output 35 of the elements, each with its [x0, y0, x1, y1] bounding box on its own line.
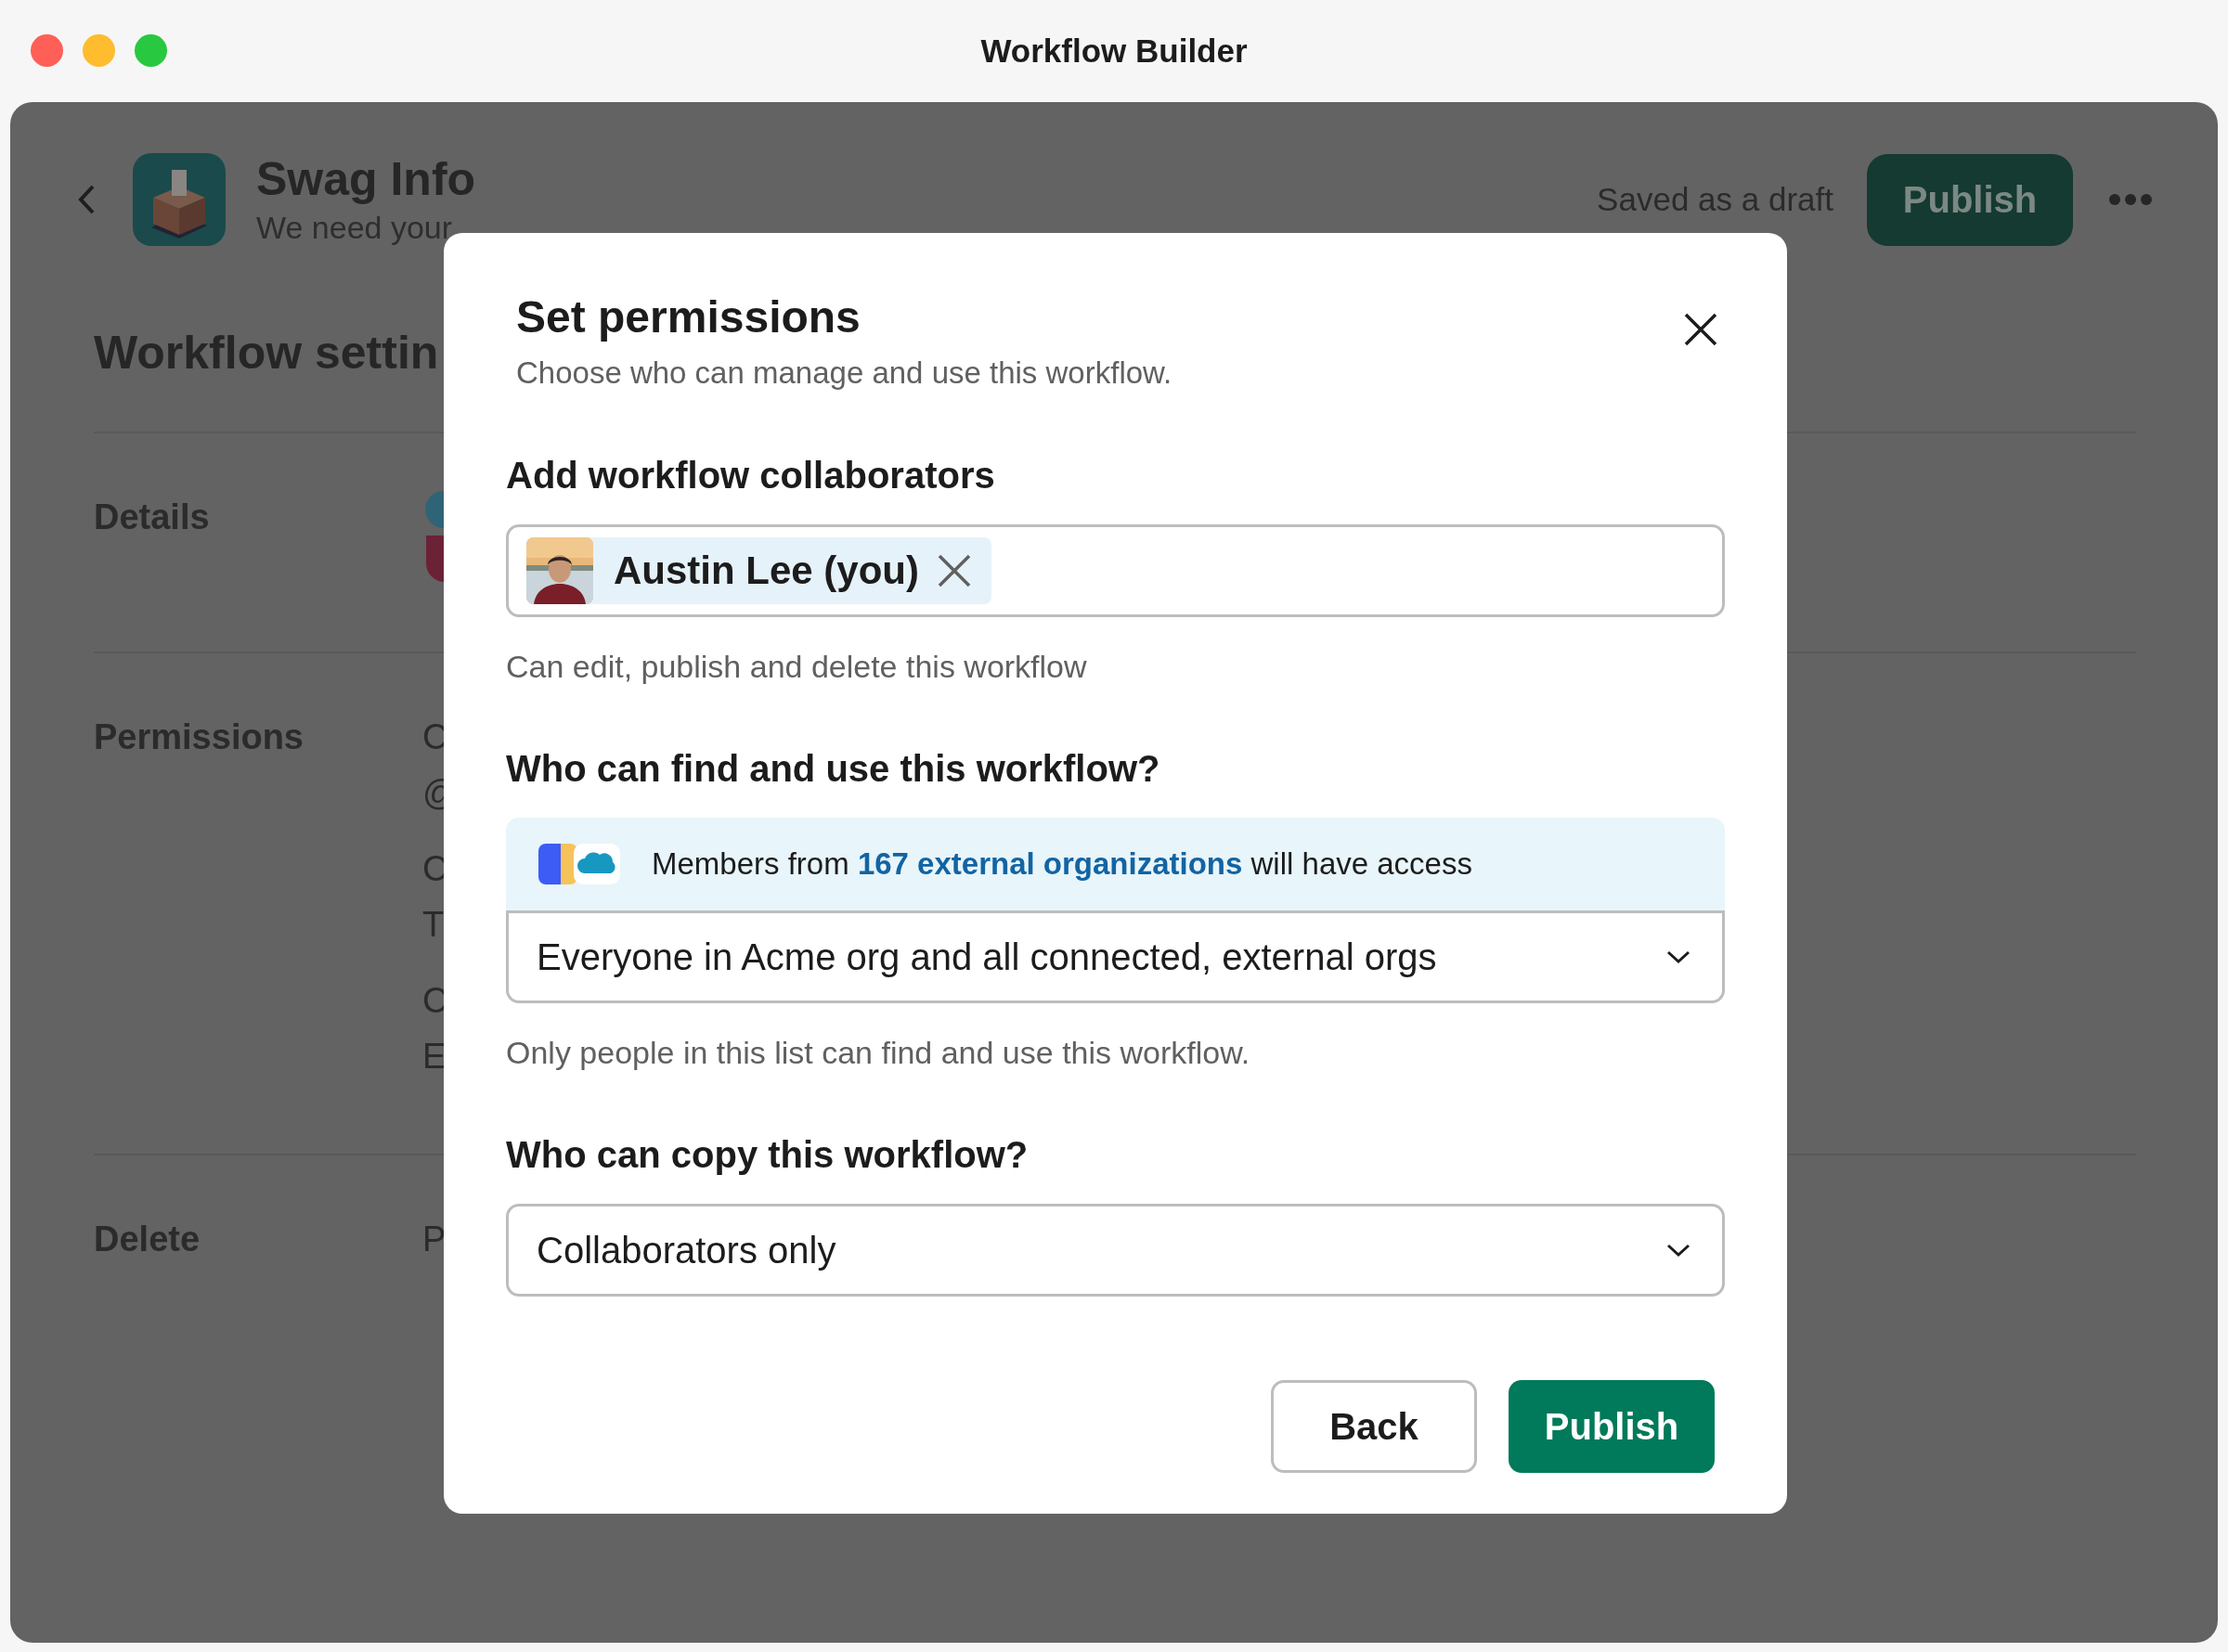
collaborators-field[interactable]: Austin Lee (you): [506, 524, 1725, 617]
dialog-title: Set permissions: [516, 291, 861, 343]
access-notice: Members from 167 external organizations will have access: [652, 846, 1472, 882]
back-icon[interactable]: [77, 184, 96, 215]
back-button[interactable]: Back: [1271, 1380, 1477, 1473]
section-label: Delete: [94, 1219, 201, 1260]
copy-select[interactable]: Collaborators only: [506, 1204, 1725, 1297]
access-select[interactable]: Everyone in Acme org and all connected, external orgs: [506, 910, 1725, 1003]
minimize-window-button[interactable]: [83, 34, 115, 67]
setting-value: T: [422, 904, 446, 946]
chevron-down-icon: [1665, 949, 1692, 965]
field-label: Who can find and use this workflow?: [506, 747, 1161, 791]
organizations-link[interactable]: 167 external organizations: [857, 846, 1243, 881]
chevron-down-icon: [1665, 1242, 1692, 1258]
setting-value: E: [422, 1036, 447, 1078]
collaborator-name: Austin Lee (you): [614, 549, 919, 593]
window-title: Workflow Builder: [980, 32, 1248, 70]
section-label: Details: [94, 497, 211, 538]
app-icon: [133, 153, 226, 246]
workflow-title: Swag Info: [256, 152, 477, 207]
organization-logos-icon: [537, 842, 622, 886]
workflow-icon: [422, 489, 444, 582]
field-label: Add workflow collaborators: [506, 454, 996, 497]
setting-value: P: [422, 1219, 447, 1260]
field-hint: Only people in this list can find and use this workflow.: [506, 1034, 1251, 1072]
field-hint: Can edit, publish and delete this workflow: [506, 648, 1088, 686]
publish-button[interactable]: Publish: [1509, 1380, 1715, 1473]
zoom-window-button[interactable]: [135, 34, 167, 67]
draft-status: Saved as a draft: [1597, 181, 1833, 218]
more-icon[interactable]: [2108, 193, 2153, 206]
close-window-button[interactable]: [31, 34, 63, 67]
field-label: Who can copy this workflow?: [506, 1133, 1030, 1177]
settings-title: Workflow settin: [94, 326, 439, 381]
section-label: Permissions: [94, 716, 304, 758]
dialog-subtitle: Choose who can manage and use this workflow.: [516, 355, 1172, 392]
